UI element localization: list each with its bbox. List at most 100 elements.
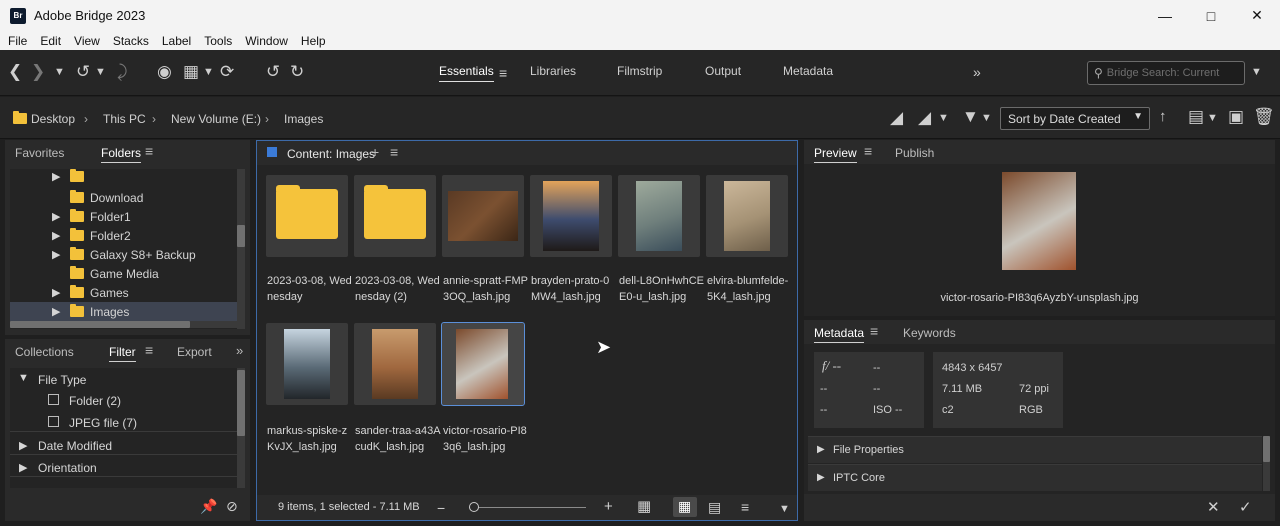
jpeg-checkbox[interactable] [48,416,59,427]
boomerang-icon[interactable]: ⤸ [117,62,127,82]
tab-filmstrip[interactable]: Filmstrip [617,64,662,78]
panel-menu-icon[interactable]: ≡ [145,143,153,159]
thumbnail[interactable] [618,175,700,257]
preview-image[interactable] [1002,172,1076,270]
chevron-down-icon[interactable]: ▼ [938,108,949,128]
chevron-down-icon[interactable]: ▼ [203,62,214,82]
tab-output[interactable]: Output [705,64,741,78]
filter-date-modified[interactable]: Date Modified [38,439,112,453]
chevron-right-icon[interactable]: ▶ [52,170,64,183]
chevron-right-icon[interactable]: ▶ [52,229,64,242]
tab-metadata[interactable]: Metadata [814,326,865,343]
menu-window[interactable]: Window [240,34,293,48]
chevron-down-icon[interactable]: ▼ [779,499,790,519]
tab-folders[interactable]: Folders [101,146,142,163]
panel-menu-icon[interactable]: ≡ [145,342,153,358]
pin-icon[interactable]: 📌 [200,496,217,516]
chevron-down-icon[interactable]: ▼ [1207,108,1218,128]
filter-orientation[interactable]: Orientation [38,461,97,475]
add-tab-icon[interactable]: + [371,144,379,160]
chevron-down-icon[interactable]: ▼ [1251,62,1262,82]
tab-collections[interactable]: Collections [15,345,74,359]
tab-favorites[interactable]: Favorites [15,146,64,160]
metadata-scrollbar[interactable] [1263,436,1270,491]
menu-view[interactable]: View [69,34,105,48]
zoom-slider[interactable] [479,507,586,508]
folder-item-games[interactable]: ▶ Games [10,283,238,302]
folder-checkbox[interactable] [48,394,59,405]
thumbnail-selected[interactable] [441,322,525,406]
thumbnail[interactable] [354,323,436,405]
rotate-left-icon[interactable]: ↺ [266,62,280,82]
breadcrumb-this-pc[interactable]: This PC [103,112,146,126]
filter-scrollbar[interactable] [237,368,245,488]
grid-lock-icon[interactable]: ▦ [637,497,651,517]
menu-help[interactable]: Help [296,34,331,48]
new-folder-icon[interactable]: ▣ [1228,107,1244,127]
close-window-button[interactable]: ✕ [1234,0,1280,31]
camera-import-icon[interactable]: ◉ [157,62,172,82]
folder-item-folder2[interactable]: ▶ Folder2 [10,226,238,245]
zoom-out-icon[interactable]: − [437,498,445,518]
folder-item-folder1[interactable]: ▶ Folder1 [10,207,238,226]
folder-item-galaxy-backup[interactable]: ▶ Galaxy S8+ Backup [10,245,238,264]
menu-file[interactable]: File [3,34,32,48]
thumbnail[interactable] [530,175,612,257]
thumbnail[interactable] [706,175,788,257]
breadcrumb-images[interactable]: Images [284,112,323,126]
tab-publish[interactable]: Publish [895,146,934,160]
back-icon[interactable]: ❮ [8,62,22,82]
more-panels-icon[interactable]: » [236,343,243,358]
tab-export[interactable]: Export [177,345,212,359]
folder-item[interactable]: ▶ [10,167,238,186]
maximize-button[interactable]: □ [1188,0,1234,31]
rating-filter-icon[interactable]: ◢ [918,108,931,128]
apply-icon[interactable]: ✓ [1239,498,1252,518]
cancel-icon[interactable]: ✕ [1207,498,1220,518]
scroll-thumb[interactable] [10,321,190,328]
folders-h-scrollbar[interactable] [10,321,237,328]
breadcrumb-new-volume[interactable]: New Volume (E:) [171,112,261,126]
view-details-icon[interactable]: ▤ [708,497,721,517]
thumbnail-quality-icon[interactable]: ◢ [890,108,903,128]
breadcrumb-desktop[interactable]: Desktop [31,112,75,126]
panel-menu-icon[interactable]: ≡ [390,144,398,160]
panel-menu-icon[interactable]: ≡ [864,143,872,159]
sort-select[interactable]: Sort by Date Created ▼ [1000,107,1150,130]
chevron-right-icon[interactable]: ▶ [52,286,64,299]
recent-history-icon[interactable]: ↺ [76,62,90,82]
chevron-right-icon[interactable]: ▶ [19,439,27,452]
refine-icon[interactable]: ▦ [183,62,199,82]
trash-icon[interactable]: 🗑 [1253,107,1275,127]
tab-filter[interactable]: Filter [109,345,136,362]
zoom-in-icon[interactable]: + [604,497,613,517]
menu-tools[interactable]: Tools [199,34,237,48]
panel-menu-icon[interactable]: ≡ [870,323,878,339]
folder-item-download[interactable]: Download [10,188,238,207]
scroll-thumb[interactable] [237,225,245,247]
scroll-thumb[interactable] [1263,436,1270,462]
chevron-down-icon[interactable]: ▼ [95,62,106,82]
chevron-right-icon[interactable]: ▶ [19,461,27,474]
thumbnail[interactable] [266,323,348,405]
folder-item-game-media[interactable]: Game Media [10,264,238,283]
folders-scrollbar[interactable] [237,169,245,329]
view-thumbnails-button[interactable]: ▦ [673,497,697,517]
tab-keywords[interactable]: Keywords [903,326,956,340]
more-workspaces-icon[interactable]: » [973,62,981,82]
chevron-right-icon[interactable]: ▶ [52,210,64,223]
rotate-right-icon[interactable]: ↻ [290,62,304,82]
section-iptc-core[interactable]: ▶ IPTC Core [808,464,1262,491]
menu-label[interactable]: Label [157,34,196,48]
search-box[interactable]: ⚲ [1087,61,1245,85]
chevron-down-icon[interactable]: ▼ [18,372,29,384]
search-input[interactable] [1106,67,1227,79]
filter-items-icon[interactable]: ▼ [962,107,979,127]
forward-icon[interactable]: ❯ [31,62,45,82]
tab-metadata[interactable]: Metadata [783,64,833,78]
thumbnail[interactable] [442,175,524,257]
sort-ascending-icon[interactable]: ↑ [1159,107,1167,127]
thumbnail[interactable] [354,175,436,257]
view-list-icon[interactable]: ≡ [741,497,749,517]
tab-essentials[interactable]: Essentials [439,64,494,82]
